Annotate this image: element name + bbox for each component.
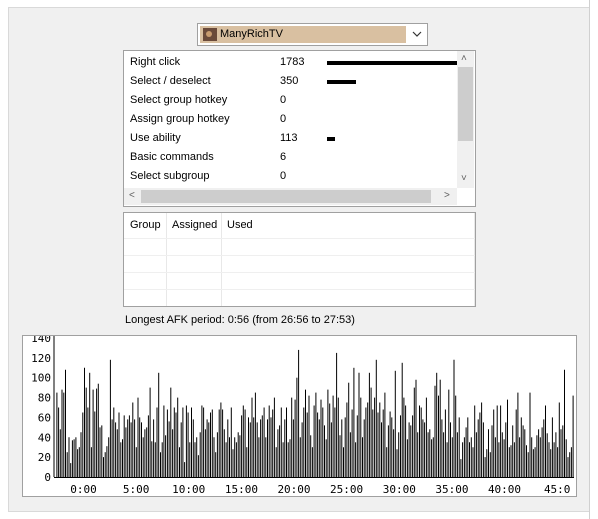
hotkey-groups-table[interactable]: Group Assigned Used xyxy=(123,212,476,307)
player-name: ManyRichTV xyxy=(220,28,283,40)
player-dropdown[interactable]: ManyRichTV xyxy=(197,23,428,46)
action-count: 0 xyxy=(280,170,287,182)
y-tick-label: 120 xyxy=(31,352,51,365)
x-tick-label: 10:00 xyxy=(172,483,205,496)
window-edge xyxy=(589,0,590,519)
list-item: Right click 1783 xyxy=(130,53,460,72)
y-tick-label: 20 xyxy=(38,451,51,464)
action-name: Basic commands xyxy=(130,151,214,163)
column-header-group[interactable]: Group xyxy=(130,219,161,231)
player-avatar-icon xyxy=(203,28,217,41)
row-divider xyxy=(124,272,475,273)
x-tick-label: 15:00 xyxy=(225,483,258,496)
action-count: 113 xyxy=(280,132,298,144)
scroll-up-icon[interactable]: ˄ xyxy=(461,54,467,64)
action-count: 0 xyxy=(280,113,287,125)
action-name: Select / deselect xyxy=(130,75,211,87)
scroll-left-icon[interactable]: < xyxy=(129,191,135,201)
action-bar xyxy=(327,80,356,84)
x-tick-label: 45:0 xyxy=(544,483,571,496)
action-name: Select group hotkey xyxy=(130,94,228,106)
action-stats-list[interactable]: Right click 1783 Select / deselect 350 S… xyxy=(123,50,476,207)
y-tick-label: 100 xyxy=(31,372,51,385)
action-bar xyxy=(327,137,335,141)
row-divider xyxy=(124,255,475,256)
list-item: Select / deselect 350 xyxy=(130,72,460,91)
horizontal-scroll-thumb[interactable] xyxy=(141,190,431,203)
list-item: Basic commands 6 xyxy=(130,148,460,167)
action-bar xyxy=(327,61,457,65)
column-header-assigned[interactable]: Assigned xyxy=(172,219,217,231)
y-tick-label: 140 xyxy=(31,336,51,345)
list-item: Select group hotkey 0 xyxy=(130,91,460,110)
action-count: 1783 xyxy=(280,56,305,68)
apm-chart: 0 20 40 60 80 100 120 140 0:00 5:00 10:00 15:00 20:0… xyxy=(22,335,577,497)
x-tick-label: 35:00 xyxy=(435,483,468,496)
action-name: Select subgroup xyxy=(130,170,210,182)
column-divider xyxy=(221,213,222,306)
action-name: Right click xyxy=(130,56,181,68)
scroll-down-icon[interactable]: ˅ xyxy=(461,174,467,184)
y-tick-label: 60 xyxy=(38,411,51,424)
column-divider xyxy=(166,213,167,306)
row-divider xyxy=(124,238,475,239)
list-item: Select subgroup 0 xyxy=(130,167,460,186)
player-dropdown-selection: ManyRichTV xyxy=(200,26,406,43)
y-tick-label: 40 xyxy=(38,431,51,444)
x-tick-label: 25:00 xyxy=(330,483,363,496)
action-name: Assign group hotkey xyxy=(130,113,230,125)
row-divider xyxy=(124,289,475,290)
horizontal-scrollbar[interactable]: < > xyxy=(124,188,457,205)
y-tick-label: 80 xyxy=(38,392,51,405)
list-item: Use ability 113 xyxy=(130,129,460,148)
x-tick-label: 20:00 xyxy=(277,483,310,496)
list-item: Assign group hotkey 0 xyxy=(130,110,460,129)
y-tick-label: 0 xyxy=(44,471,51,484)
x-tick-label: 0:00 xyxy=(70,483,97,496)
column-divider xyxy=(474,213,475,306)
vertical-scroll-thumb[interactable] xyxy=(458,67,473,141)
action-count: 0 xyxy=(280,94,287,106)
scroll-right-icon[interactable]: > xyxy=(444,191,450,201)
longest-afk-label: Longest AFK period: 0:56 (from 26:56 to … xyxy=(125,314,355,326)
column-header-used[interactable]: Used xyxy=(227,219,253,231)
apm-chart-svg: 0 20 40 60 80 100 120 140 0:00 5:00 10:00 15:00 20:0… xyxy=(31,336,574,496)
x-tick-label: 40:00 xyxy=(488,483,521,496)
vertical-scrollbar[interactable]: ˄ ˅ xyxy=(457,51,474,188)
action-count: 350 xyxy=(280,75,299,87)
action-count: 6 xyxy=(280,151,287,163)
x-tick-label: 30:00 xyxy=(383,483,416,496)
x-tick-label: 5:00 xyxy=(123,483,150,496)
action-name: Use ability xyxy=(130,132,181,144)
chevron-down-icon[interactable] xyxy=(411,29,423,39)
